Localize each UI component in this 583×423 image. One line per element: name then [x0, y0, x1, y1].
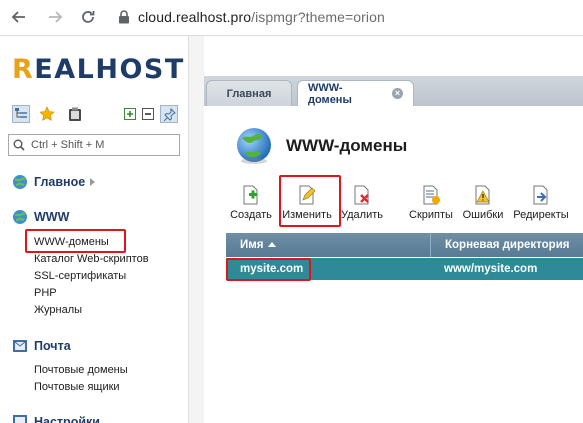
sidebar-item-www-domains[interactable]: WWW-домены — [34, 236, 109, 248]
url-path: /ispmgr?theme=orion — [251, 9, 385, 25]
warning-icon — [475, 185, 490, 205]
menu-group-mail[interactable]: Почта — [12, 337, 71, 355]
address-bar[interactable]: cloud.realhost.pro/ispmgr?theme=orion — [138, 9, 385, 25]
globe-icon — [13, 175, 27, 189]
mail-icon — [13, 340, 27, 352]
sidebar-item-php[interactable]: PHP — [34, 287, 57, 299]
tab-www-domains[interactable]: WWW-домены × — [297, 80, 414, 106]
sidebar-item-ssl[interactable]: SSL-сертификаты — [34, 270, 126, 282]
scripts-icon — [423, 185, 440, 205]
tree-view-button[interactable] — [12, 105, 30, 123]
edit-button[interactable]: Изменить — [279, 180, 335, 224]
chevron-right-icon — [90, 178, 96, 186]
app-window: cloud.realhost.pro/ispmgr?theme=orion RE… — [0, 0, 583, 423]
globe-icon — [237, 128, 271, 164]
sidebar-splitter[interactable] — [188, 36, 204, 423]
scripts-button[interactable]: Скрипты — [408, 180, 454, 224]
settings-icon — [13, 415, 27, 423]
clipboard-button[interactable] — [66, 105, 84, 123]
tree-icon — [15, 108, 27, 118]
pin-sidebar-button[interactable] — [160, 105, 178, 123]
cell-name: mysite.com — [240, 263, 304, 275]
lock-icon — [119, 10, 129, 24]
search-input[interactable] — [31, 137, 176, 153]
menu-group-settings[interactable]: Настройки — [12, 413, 100, 423]
globe-icon — [13, 210, 27, 224]
menu-group-title: Настройки — [34, 415, 100, 423]
menu-search — [8, 134, 180, 156]
delete-button[interactable]: Удалить — [340, 180, 384, 224]
arrow-right-icon — [49, 11, 63, 23]
menu-group-main[interactable]: Главное — [12, 173, 96, 191]
redirect-icon — [533, 185, 548, 205]
menu-group-title: Почта — [34, 339, 71, 353]
menu-group-title: WWW — [34, 210, 70, 224]
add-document-icon — [243, 185, 258, 205]
clipboard-icon — [69, 107, 81, 121]
column-header-name[interactable]: Имя — [226, 233, 430, 257]
minus-square-icon — [142, 108, 154, 120]
close-icon[interactable]: × — [392, 88, 403, 99]
search-icon — [13, 139, 25, 151]
sort-asc-icon — [268, 242, 277, 248]
reload-icon — [82, 11, 95, 23]
column-header-root[interactable]: Корневая директория — [430, 233, 583, 257]
pin-icon — [163, 107, 176, 121]
tab-bar: Главная WWW-домены × — [204, 76, 583, 106]
sidebar-item-mailboxes[interactable]: Почтовые ящики — [34, 381, 120, 393]
favorites-button[interactable] — [38, 105, 56, 123]
delete-document-icon — [354, 185, 369, 205]
sidebar-toolbar — [8, 105, 188, 127]
forward-button[interactable] — [44, 6, 66, 28]
reload-button[interactable] — [77, 6, 99, 28]
sidebar-item-web-scripts[interactable]: Каталог Web-скриптов — [34, 253, 149, 265]
tab-home[interactable]: Главная — [206, 80, 292, 106]
url-host: cloud.realhost.pro — [138, 9, 252, 25]
errors-button[interactable]: Ошибки — [460, 180, 506, 224]
arrow-left-icon — [11, 11, 25, 23]
create-button[interactable]: Создать — [229, 180, 273, 224]
star-icon — [39, 106, 55, 121]
browser-toolbar: cloud.realhost.pro/ispmgr?theme=orion — [0, 0, 583, 36]
realhost-logo[interactable]: REALHOST — [12, 54, 185, 85]
sidebar-item-mail-domains[interactable]: Почтовые домены — [34, 364, 128, 376]
expand-all-button[interactable] — [121, 105, 139, 123]
menu-group-www[interactable]: WWW — [12, 208, 69, 226]
cell-root: www/mysite.com — [444, 263, 538, 275]
edit-document-icon — [299, 185, 316, 205]
page-title: WWW-домены — [286, 136, 408, 155]
sidebar-item-logs[interactable]: Журналы — [34, 304, 82, 316]
redirects-button[interactable]: Редиректы — [512, 180, 570, 224]
collapse-all-button[interactable] — [139, 105, 157, 123]
menu-group-title: Главное — [34, 175, 86, 189]
table-header: Имя Корневая директория — [226, 233, 583, 257]
back-button[interactable] — [8, 6, 30, 28]
plus-square-icon — [124, 108, 136, 120]
table-row[interactable]: mysite.com www/mysite.com — [226, 258, 583, 280]
